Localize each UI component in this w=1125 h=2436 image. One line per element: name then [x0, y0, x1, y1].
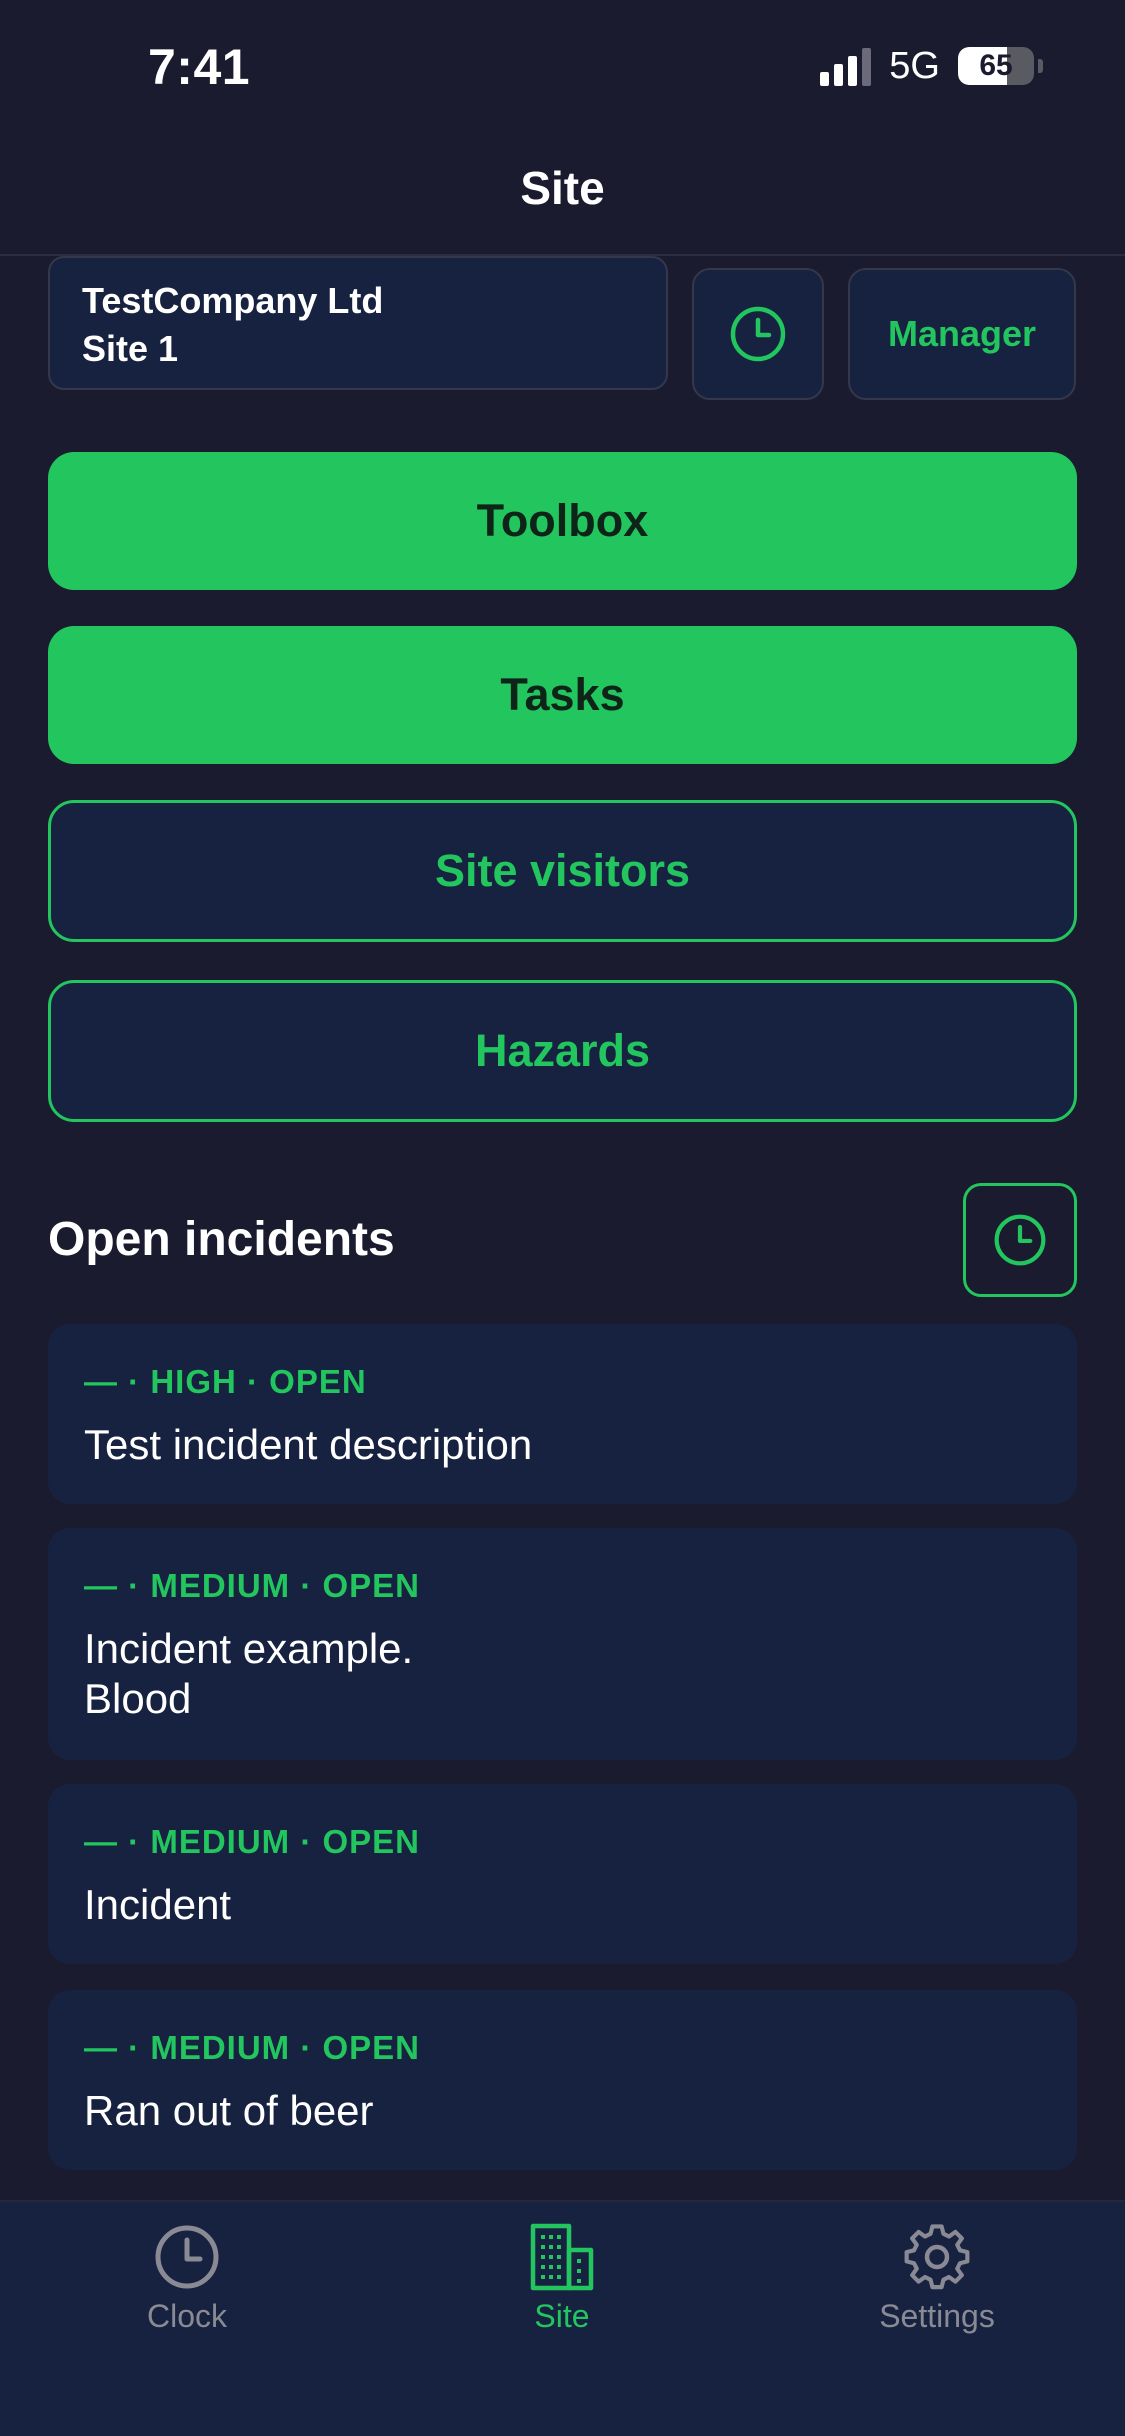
incident-card[interactable]: — · MEDIUM · OPEN Incident example. Bloo… — [48, 1528, 1077, 1760]
status-bar: 7:41 5G 65 — [0, 0, 1125, 130]
incident-meta: — · MEDIUM · OPEN — [84, 1823, 420, 1860]
nav-header: Site — [0, 130, 1125, 256]
gear-icon — [904, 2224, 970, 2290]
tab-settings[interactable]: Settings — [817, 2222, 1057, 2335]
battery-tip — [1038, 59, 1043, 73]
building-icon — [530, 2223, 594, 2291]
tab-label: Settings — [879, 2298, 995, 2334]
status-indicators: 5G 65 — [820, 44, 1043, 88]
company-name: TestCompany Ltd — [82, 280, 384, 321]
clock-icon — [994, 1214, 1046, 1266]
network-type: 5G — [889, 44, 940, 87]
incident-description: Test incident description — [84, 1421, 533, 1468]
incident-meta: — · MEDIUM · OPEN — [84, 2029, 420, 2066]
site-screen: 7:41 5G 65 Site TestCompany Ltd Site 1 M… — [0, 0, 1125, 2436]
incident-card[interactable]: — · HIGH · OPEN Test incident descriptio… — [48, 1324, 1077, 1504]
battery-percent: 65 — [979, 49, 1013, 82]
tab-clock[interactable]: Clock — [67, 2222, 307, 2335]
tab-bar: Clock Site Settings — [0, 2200, 1125, 2436]
incident-history-button[interactable] — [963, 1183, 1077, 1297]
incident-meta: — · MEDIUM · OPEN — [84, 1567, 420, 1604]
tasks-button[interactable]: Tasks — [48, 626, 1077, 764]
site-visitors-button[interactable]: Site visitors — [48, 800, 1077, 942]
tab-label: Site — [534, 2298, 590, 2334]
incident-description: Incident example. Blood — [84, 1625, 414, 1722]
signal-icon — [820, 46, 872, 86]
incident-meta: — · HIGH · OPEN — [84, 1363, 367, 1400]
clock-icon — [155, 2225, 219, 2289]
section-title: Open incidents — [48, 1213, 395, 1266]
clock-icon — [730, 306, 786, 362]
incident-card[interactable]: — · MEDIUM · OPEN Ran out of beer — [48, 1990, 1077, 2170]
clock-button[interactable] — [692, 268, 824, 400]
incident-card[interactable]: — · MEDIUM · OPEN Incident — [48, 1784, 1077, 1964]
tab-label: Clock — [146, 2298, 227, 2334]
site-selector[interactable]: TestCompany Ltd Site 1 — [48, 256, 668, 390]
battery-icon: 65 — [958, 47, 1034, 85]
page-title: Site — [520, 162, 605, 214]
toolbox-button[interactable]: Toolbox — [48, 452, 1077, 590]
status-time: 7:41 — [148, 39, 251, 95]
incident-description: Incident — [84, 1881, 232, 1928]
incident-description: Ran out of beer — [84, 2087, 374, 2134]
manager-button[interactable]: Manager — [848, 268, 1076, 400]
tab-site[interactable]: Site — [442, 2222, 682, 2335]
hazards-button[interactable]: Hazards — [48, 980, 1077, 1122]
site-name: Site 1 — [82, 328, 179, 369]
